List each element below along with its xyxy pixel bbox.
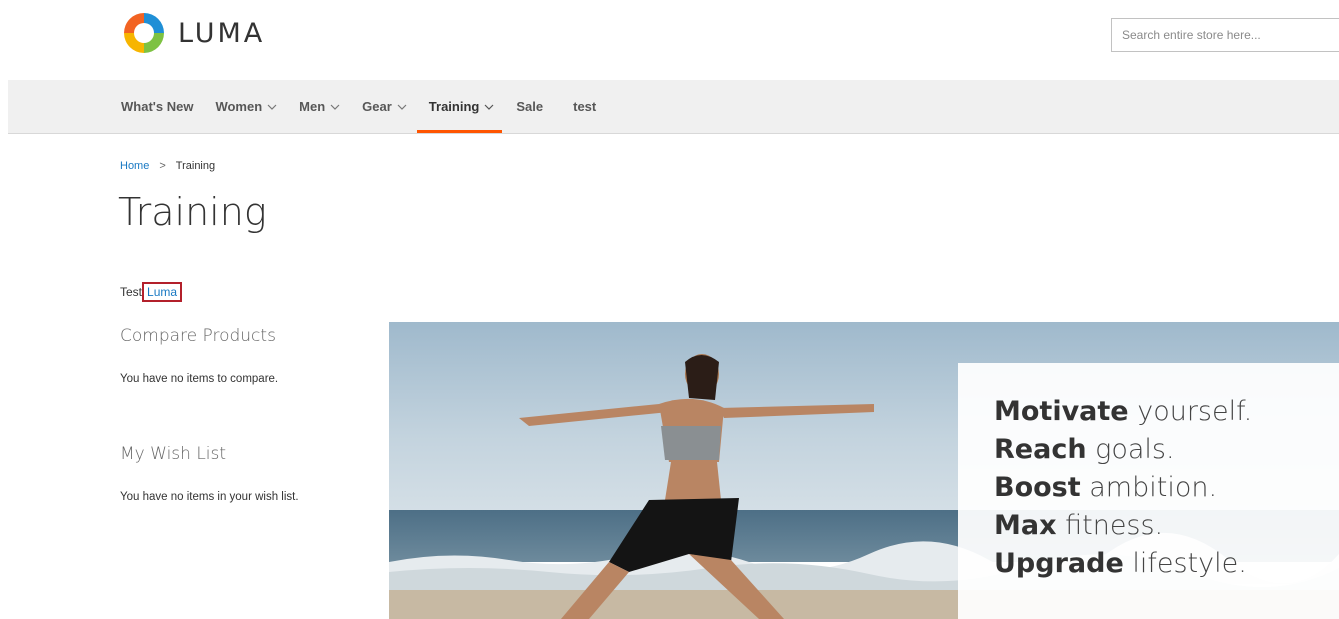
compare-empty-message: You have no items to compare. <box>120 373 279 385</box>
brand-name: LUMA <box>178 17 266 49</box>
tagline-line-3: Boost ambition. <box>994 469 1252 507</box>
tagline-bold: Motivate <box>994 396 1129 427</box>
tagline-rest: lifestyle. <box>1132 548 1247 579</box>
nav-item-label: Women <box>215 99 263 114</box>
nav-item-sale[interactable]: Sale <box>516 80 543 133</box>
tagline-line-5: Upgrade lifestyle. <box>994 545 1252 583</box>
tagline-bold: Reach <box>994 434 1087 465</box>
nav-item-training[interactable]: Training <box>416 80 502 133</box>
chevron-down-icon <box>267 104 277 110</box>
wishlist-empty-message: You have no items in your wish list. <box>120 491 299 503</box>
search-input[interactable] <box>1111 18 1339 52</box>
compare-products-title: Compare Products <box>120 326 276 346</box>
nav-item-men[interactable]: Men <box>299 80 340 133</box>
nav-item-gear[interactable]: Gear <box>362 80 407 133</box>
tagline-rest: fitness. <box>1065 510 1164 541</box>
wishlist-title: My Wish List <box>120 444 227 464</box>
chevron-down-icon <box>397 104 407 110</box>
tagline-line-4: Max fitness. <box>994 507 1252 545</box>
banner-text-panel: Motivate yourself. Reach goals. Boost am… <box>958 363 1339 619</box>
category-description: Test Luma <box>120 282 183 302</box>
luma-link[interactable]: Luma <box>142 282 183 302</box>
chevron-down-icon <box>484 104 494 110</box>
tagline-bold: Max <box>994 510 1057 541</box>
breadcrumb: Home > Training <box>120 160 215 172</box>
nav-item-whats-new[interactable]: What's New <box>121 80 193 133</box>
breadcrumb-separator-icon: > <box>159 160 166 172</box>
description-text: Test <box>120 285 143 299</box>
luma-logo-icon <box>124 13 164 53</box>
luma-logo[interactable]: LUMA <box>120 8 265 58</box>
nav-item-women[interactable]: Women <box>215 80 277 133</box>
nav-item-label: test <box>573 99 597 114</box>
tagline-bold: Upgrade <box>994 548 1124 579</box>
breadcrumb-current: Training <box>175 160 216 172</box>
training-promo-banner[interactable]: Motivate yourself. Reach goals. Boost am… <box>389 322 1339 619</box>
nav-item-label: Training <box>428 99 480 114</box>
nav-item-label: Men <box>299 99 326 114</box>
nav-item-label: What's New <box>121 99 194 114</box>
tagline-rest: goals. <box>1095 434 1175 465</box>
chevron-down-icon <box>330 104 340 110</box>
tagline-line-2: Reach goals. <box>994 431 1252 469</box>
nav-item-label: Gear <box>362 99 392 114</box>
page-title: Training <box>118 190 267 234</box>
tagline-rest: ambition. <box>1089 472 1218 503</box>
tagline-rest: yourself. <box>1137 396 1253 427</box>
main-navigation: What's New Women Men Gear Training Sale … <box>8 80 1339 134</box>
tagline-bold: Boost <box>994 472 1081 503</box>
tagline-line-1: Motivate yourself. <box>994 393 1252 431</box>
breadcrumb-home-link[interactable]: Home <box>120 160 149 172</box>
nav-item-test[interactable]: test <box>573 80 596 133</box>
nav-item-label: Sale <box>516 99 544 114</box>
